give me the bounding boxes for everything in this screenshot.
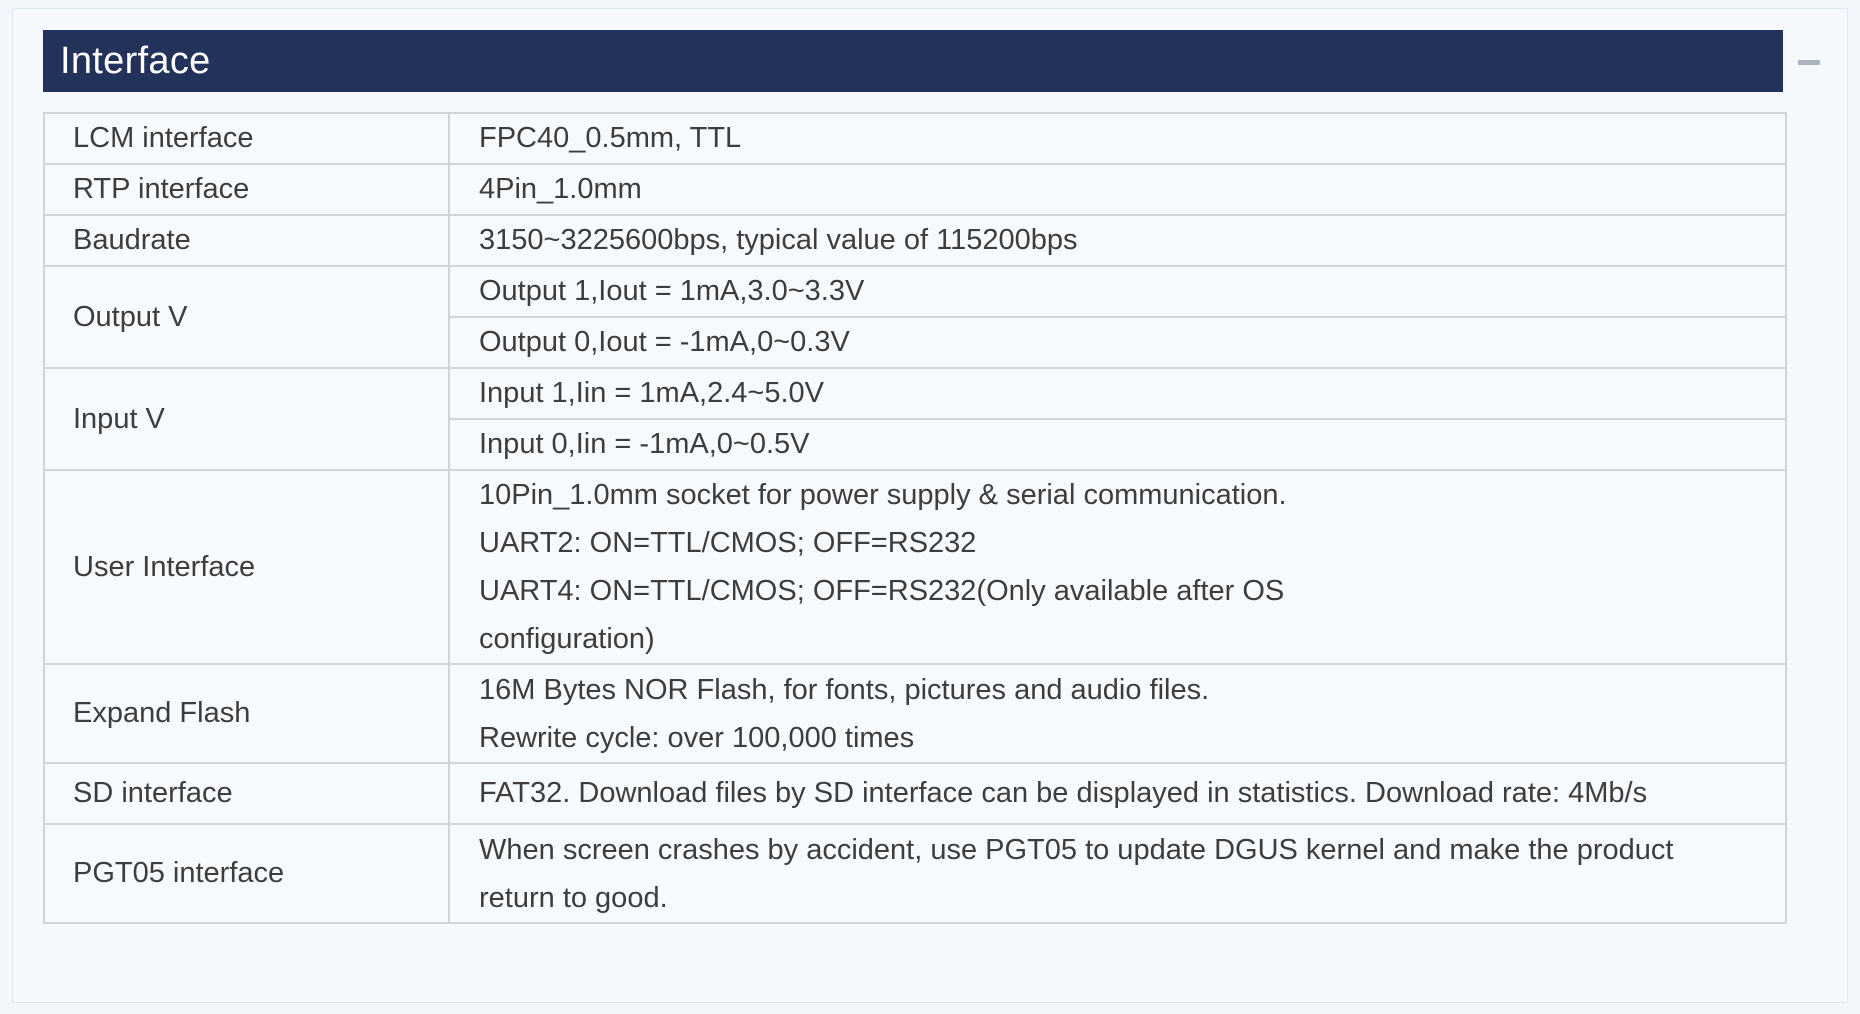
table-row-lcm-interface: LCM interface FPC40_0.5mm, TTL <box>43 112 1787 165</box>
value-line: Rewrite cycle: over 100,000 times <box>479 721 915 754</box>
row-value: FAT32. Download files by SD interface ca… <box>448 762 1787 825</box>
table-row-input-v: Input V Input 1,Iin = 1mA,2.4~5.0V <box>43 367 1787 471</box>
table-row-pgt05-interface: PGT05 interface When screen crashes by a… <box>43 823 1787 924</box>
row-label: PGT05 interface <box>43 823 450 924</box>
row-label: Output V <box>43 265 450 369</box>
value-line: configuration) <box>479 623 655 655</box>
row-value: 10Pin_1.0mm socket for power supply & se… <box>448 469 1787 665</box>
value-line: UART4: ON=TTL/CMOS; OFF=RS232(Only avail… <box>479 575 1285 607</box>
row-value: Input 0,Iin = -1mA,0~0.5V <box>448 418 1787 471</box>
row-value: FPC40_0.5mm, TTL <box>448 112 1787 165</box>
value-line: 10Pin_1.0mm socket for power supply & se… <box>479 479 1287 511</box>
table-row-output-v: Output V Output 1,Iout = 1mA,3.0~3.3V <box>43 265 1787 369</box>
row-value: Input 1,Iin = 1mA,2.4~5.0V <box>448 367 1787 420</box>
minus-icon <box>1798 59 1820 65</box>
spec-table: LCM interface FPC40_0.5mm, TTL RTP inter… <box>43 112 1787 924</box>
row-label: Expand Flash <box>43 663 450 764</box>
row-label: Input V <box>43 367 450 471</box>
row-value: 3150~3225600bps, typical value of 115200… <box>448 214 1787 267</box>
table-row-rtp-interface: RTP interface 4Pin_1.0mm <box>43 163 1787 216</box>
row-value: Output 1,Iout = 1mA,3.0~3.3V <box>448 265 1787 318</box>
value-line: UART2: ON=TTL/CMOS; OFF=RS232 <box>479 527 977 559</box>
value-line: 16M Bytes NOR Flash, for fonts, pictures… <box>479 673 1210 706</box>
row-label: RTP interface <box>43 163 450 216</box>
collapse-button[interactable] <box>1796 55 1822 69</box>
section-header: Interface <box>43 30 1783 92</box>
value-line: return to good. <box>479 881 668 914</box>
row-label: LCM interface <box>43 112 450 165</box>
section-title: Interface <box>60 39 211 82</box>
table-row-baudrate: Baudrate 3150~3225600bps, typical value … <box>43 214 1787 267</box>
table-row-expand-flash: Expand Flash 16M Bytes NOR Flash, for fo… <box>43 663 1787 764</box>
table-row-user-interface: User Interface 10Pin_1.0mm socket for po… <box>43 469 1787 665</box>
row-label: User Interface <box>43 469 450 665</box>
row-value: 4Pin_1.0mm <box>448 163 1787 216</box>
row-label: SD interface <box>43 762 450 825</box>
row-value: Output 0,Iout = -1mA,0~0.3V <box>448 316 1787 369</box>
table-row-sd-interface: SD interface FAT32. Download files by SD… <box>43 762 1787 825</box>
row-value: When screen crashes by accident, use PGT… <box>448 823 1787 924</box>
row-value: 16M Bytes NOR Flash, for fonts, pictures… <box>448 663 1787 764</box>
row-label: Baudrate <box>43 214 450 267</box>
value-line: When screen crashes by accident, use PGT… <box>479 833 1674 866</box>
